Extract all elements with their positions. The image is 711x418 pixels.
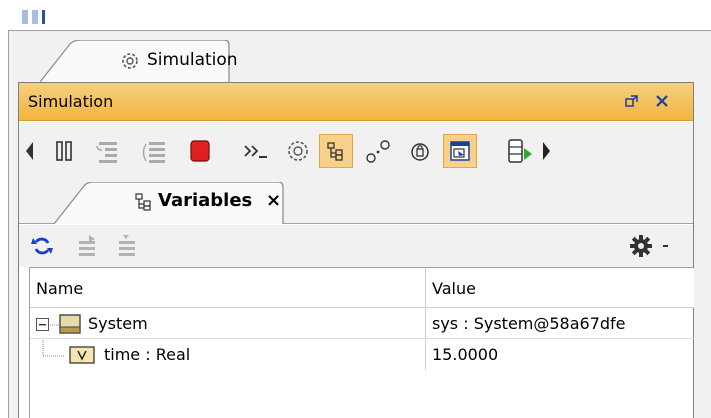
ui-icon[interactable] bbox=[443, 134, 477, 168]
variables-toolbar bbox=[19, 225, 693, 267]
terminate-icon[interactable] bbox=[183, 134, 217, 168]
run-configuration-icon[interactable] bbox=[503, 134, 537, 168]
simulation-gear-icon bbox=[120, 51, 140, 71]
export-icon[interactable] bbox=[75, 233, 101, 259]
refresh-icon[interactable] bbox=[29, 233, 55, 259]
restore-icon[interactable] bbox=[623, 92, 641, 110]
collapse-icon[interactable] bbox=[36, 318, 50, 332]
tab-close-icon[interactable]: × bbox=[266, 190, 281, 211]
console-icon[interactable] bbox=[239, 134, 273, 168]
scroll-left-icon[interactable] bbox=[23, 134, 37, 168]
table-row[interactable]: System sys : System@58a67dfe bbox=[30, 309, 694, 339]
column-header-value[interactable]: Value bbox=[426, 268, 694, 308]
row-value: sys : System@58a67dfe bbox=[432, 314, 626, 333]
row-name: time : Real bbox=[104, 345, 191, 364]
row-value: 15.0000 bbox=[432, 345, 499, 364]
tab-label: Simulation bbox=[147, 50, 238, 70]
column-header-name[interactable]: Name bbox=[30, 268, 426, 308]
simulation-panel: Simulation Name Value System sys: Syste… bbox=[18, 82, 694, 418]
sessions-icon[interactable] bbox=[281, 134, 315, 168]
step-into-icon[interactable] bbox=[91, 134, 125, 168]
import-icon[interactable] bbox=[115, 233, 141, 259]
breakpoints-icon[interactable] bbox=[361, 134, 395, 168]
tab-simulation[interactable]: Simulation bbox=[40, 40, 238, 82]
variables-icon[interactable] bbox=[319, 134, 353, 168]
name-cell: time : Real bbox=[30, 340, 426, 370]
triggers-icon[interactable] bbox=[403, 134, 437, 168]
variables-table: Name Value System sys: System@58a67dfe … bbox=[29, 267, 694, 418]
gear-icon[interactable] bbox=[629, 233, 673, 259]
value-property-icon bbox=[69, 346, 95, 364]
step-over-icon[interactable] bbox=[137, 134, 171, 168]
screenshot-root: Simulation Simulation Name Value System … bbox=[0, 0, 711, 418]
table-row[interactable]: time : Real 15.0000 bbox=[30, 340, 694, 370]
panel-header: Simulation bbox=[19, 83, 693, 121]
scroll-right-icon[interactable] bbox=[539, 134, 553, 168]
name-cell: System bbox=[30, 309, 426, 339]
variables-tree-icon bbox=[135, 193, 153, 215]
row-name: System bbox=[88, 314, 148, 333]
tab-variables[interactable]: Variables × bbox=[54, 182, 284, 224]
pause-icon[interactable] bbox=[47, 134, 81, 168]
panel-title: Simulation bbox=[28, 92, 114, 111]
close-icon[interactable] bbox=[653, 92, 671, 110]
top-bars-decoration bbox=[22, 10, 62, 24]
tab-label: Variables bbox=[158, 190, 253, 211]
block-icon bbox=[59, 314, 81, 334]
simulation-toolbar bbox=[19, 122, 693, 182]
